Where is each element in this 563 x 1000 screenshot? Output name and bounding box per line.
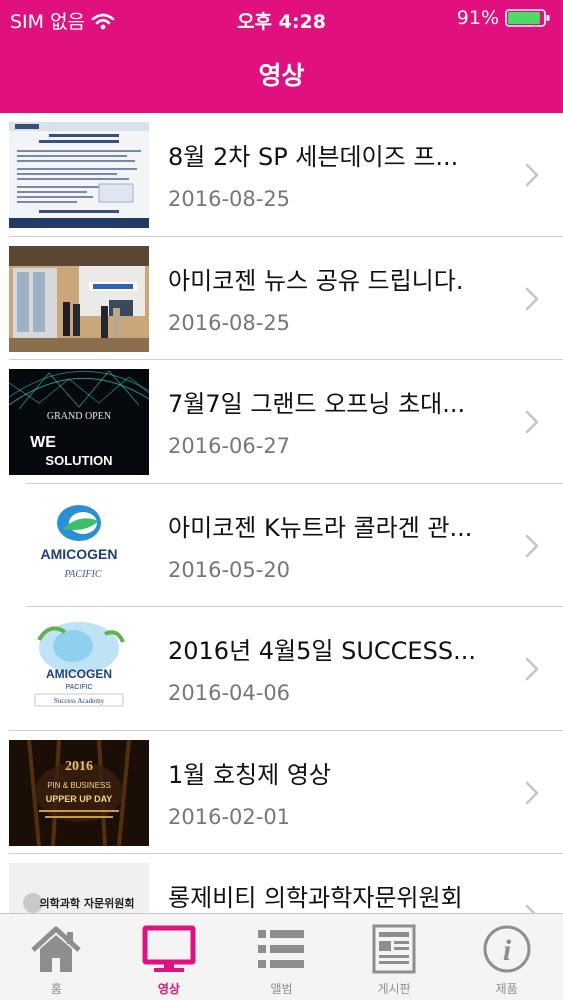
tab-label: 제품 [495, 982, 518, 996]
video-title: 1월 호칭제 영상 [168, 760, 332, 789]
chevron-right-icon [525, 904, 536, 913]
list-icon [258, 930, 305, 968]
app-header: SIM 없음 오후 4:28 91% 영상 [0, 0, 563, 113]
video-thumbnail: AMICOGEN PACIFIC Success Academy [9, 616, 149, 722]
chevron-right-icon [525, 781, 539, 804]
thumb-text: PACIFIC [65, 684, 92, 691]
list-item[interactable]: GRAND OPEN WE SOLUTION 7월7일 그랜드 오프닝 초대..… [0, 360, 563, 484]
chevron-right-icon [525, 534, 539, 557]
video-title: 아미코젠 K뉴트라 콜라겐 관... [168, 513, 473, 542]
tab-label: 영상 [157, 982, 180, 996]
video-title: 롱제비티 의학과학자문위원회 [168, 884, 463, 912]
thumb-text: WE [30, 434, 56, 451]
tab-label: 게시판 [377, 982, 411, 996]
thumb-text: 의학과학 자문위원회 [40, 896, 135, 910]
video-title: 아미코젠 뉴스 공유 드립니다. [168, 266, 464, 295]
chevron-right-icon [525, 287, 539, 310]
video-date: 2016-04-06 [168, 681, 291, 705]
board-icon [372, 924, 416, 974]
svg-text:i: i [503, 934, 512, 967]
video-thumbnail: AMICOGEN PACIFIC [9, 492, 149, 599]
tab-video[interactable]: 영상 [113, 914, 226, 1000]
info-icon: i [483, 925, 531, 973]
chevron-right-icon [525, 163, 539, 187]
video-title: 8월 2차 SP 세븐데이즈 프... [168, 143, 459, 171]
thumb-text: AMICOGEN [46, 667, 112, 681]
thumb-text: SOLUTION [45, 453, 112, 468]
status-right: 91% [457, 7, 551, 29]
video-list[interactable]: 8월 2차 SP 세븐데이즈 프... 2016-08-25 아미코젠 뉴스 공… [0, 113, 563, 913]
video-thumbnail: 2016 PIN & BUSINESS UPPER UP DAY [9, 739, 149, 846]
chevron-right-icon [525, 657, 539, 681]
chevron-right-icon [525, 410, 539, 434]
monitor-icon [142, 925, 196, 972]
battery-icon [505, 9, 550, 27]
video-date: 2016-06-27 [168, 434, 291, 458]
status-bar: SIM 없음 오후 4:28 91% [0, 0, 563, 36]
thumb-text: AMICOGEN [41, 546, 118, 562]
tab-board[interactable]: 게시판 [338, 914, 451, 1000]
video-date: 2016-08-25 [168, 187, 291, 211]
video-thumbnail: 의학과학 자문위원회 [9, 863, 149, 913]
tab-products[interactable]: i 제품 [450, 914, 563, 1000]
battery-fill [508, 12, 540, 24]
video-title: 2016년 4월5일 SUCCESS... [168, 637, 476, 665]
tab-home[interactable]: 홈 [0, 914, 113, 1000]
list-item[interactable]: 8월 2차 SP 세븐데이즈 프... 2016-08-25 [0, 113, 563, 237]
thumb-text: PACIFIC [63, 569, 101, 580]
list-item[interactable]: 아미코젠 뉴스 공유 드립니다. 2016-08-25 [0, 237, 563, 360]
thumb-text: PIN & BUSINESS [47, 781, 111, 790]
video-date: 2016-05-20 [168, 557, 291, 582]
video-date: 2016-08-25 [168, 310, 291, 335]
thumb-text: UPPER UP DAY [46, 794, 113, 804]
list-item[interactable]: AMICOGEN PACIFIC Success Academy 2016년 4… [0, 607, 563, 731]
list-item[interactable]: 의학과학 자문위원회 롱제비티 의학과학자문위원회 [0, 854, 563, 913]
battery-percent: 91% [456, 7, 499, 29]
tab-bar: 홈 영상 앨범 게시판 i 제품 [0, 913, 563, 1000]
thumb-text: 2016 [65, 759, 93, 774]
home-icon [31, 926, 81, 972]
tab-label: 홈 [50, 982, 62, 996]
list-item[interactable]: 2016 PIN & BUSINESS UPPER UP DAY 1월 호칭제 … [0, 731, 563, 854]
thumb-text: GRAND OPEN [47, 411, 111, 422]
video-thumbnail [9, 245, 149, 352]
video-thumbnail [9, 122, 149, 228]
list-item[interactable]: AMICOGEN PACIFIC 아미코젠 K뉴트라 콜라겐 관... 2016… [0, 484, 563, 607]
thumb-text: Success Academy [54, 697, 105, 705]
tab-album[interactable]: 앨범 [225, 914, 338, 1000]
video-title: 7월7일 그랜드 오프닝 초대... [168, 390, 466, 418]
video-date: 2016-02-01 [168, 804, 291, 829]
tab-label: 앨범 [270, 982, 293, 996]
page-title: 영상 [258, 61, 305, 90]
video-thumbnail: GRAND OPEN WE SOLUTION [9, 369, 149, 475]
